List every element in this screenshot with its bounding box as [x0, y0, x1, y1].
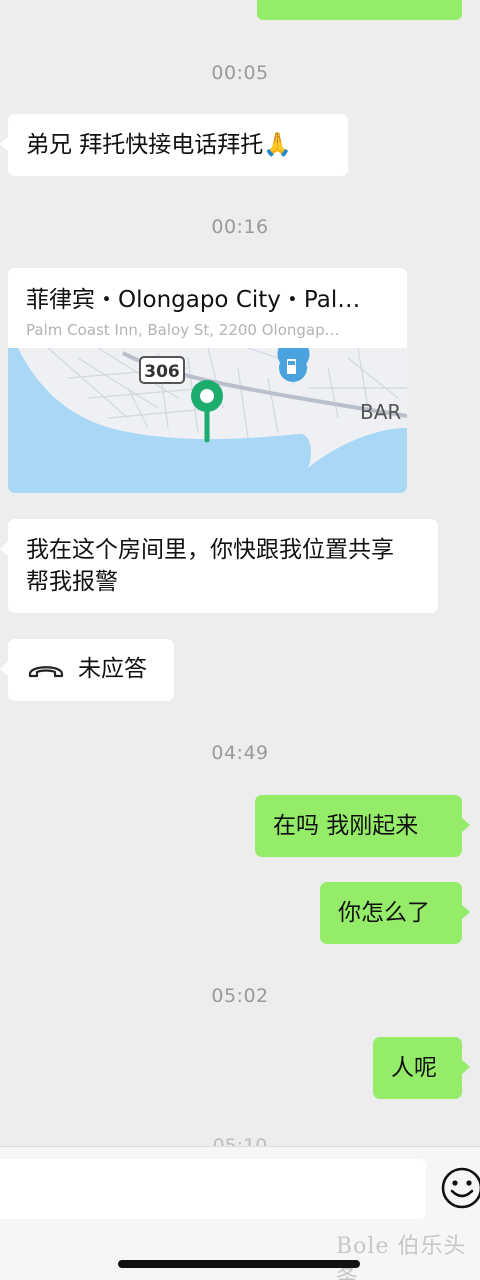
timestamp: 00:16 — [211, 216, 269, 238]
watermark: Bole 伯乐头条 — [336, 1228, 480, 1280]
map-place-label: BAR — [360, 400, 401, 424]
map-road-label: 306 — [144, 362, 180, 382]
message-text: 在吗 我刚起来 — [273, 813, 419, 839]
received-message[interactable]: 我在这个房间里，你快跟我位置共享 帮我报警 — [0, 519, 438, 613]
location-title: 菲律宾・Olongapo City・Pal… — [26, 287, 361, 313]
message-text: 弟兄 拜托快接电话拜托🙏 — [26, 132, 292, 158]
timestamp: 04:49 — [211, 742, 269, 764]
sent-message[interactable]: 你怎么了 — [320, 882, 470, 944]
phone-handset-icon — [28, 666, 64, 678]
route-shield-icon: 306 — [139, 356, 185, 384]
location-map[interactable]: 306 BAR — [8, 348, 407, 493]
timestamp: 05:02 — [211, 985, 269, 1007]
message-text: 我在这个房间里，你快跟我位置共享 帮我报警 — [26, 537, 402, 595]
sent-message[interactable]: 在吗 我刚起来 — [255, 795, 470, 857]
missed-call-bubble[interactable]: 未应答 — [0, 639, 174, 701]
chat-screen: 00:05 弟兄 拜托快接电话拜托🙏 00:16 菲律宾・Olongapo Ci… — [0, 0, 480, 1280]
sent-message[interactable]: 人呢 — [373, 1037, 470, 1099]
timestamp: 00:05 — [211, 62, 269, 84]
call-status-label: 未应答 — [78, 656, 147, 682]
location-address: Palm Coast Inn, Baloy St, 2200 Olongap… — [26, 321, 340, 339]
emoji-smile-icon[interactable] — [440, 1166, 480, 1210]
message-text: 你怎么了 — [338, 900, 430, 926]
message-text: 人呢 — [391, 1055, 437, 1081]
location-card[interactable]: 菲律宾・Olongapo City・Pal… Palm Coast Inn, B… — [8, 268, 407, 493]
home-indicator[interactable] — [118, 1260, 360, 1268]
watermark-sub: Bole — [336, 1234, 390, 1259]
sent-bubble-partial[interactable] — [257, 0, 462, 20]
message-input[interactable] — [0, 1159, 426, 1219]
received-message[interactable]: 弟兄 拜托快接电话拜托🙏 — [0, 114, 348, 176]
